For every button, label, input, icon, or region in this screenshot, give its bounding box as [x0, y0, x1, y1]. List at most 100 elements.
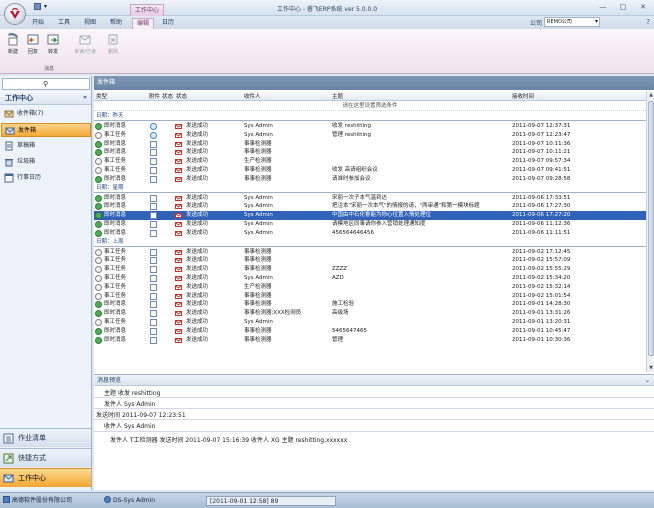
table-row[interactable]: 事工任务 发送成功 事事检测器 2011-09-02 15:01:54 [94, 292, 646, 301]
help-icon[interactable]: ? [646, 18, 650, 26]
sent-mail-icon [175, 293, 182, 300]
table-row[interactable]: 事工任务 发送成功 事事检测器 2011-09-02 15:57:09 [94, 256, 646, 265]
cell-type: 即时消息 [104, 149, 127, 156]
cell-time: 2011-09-06 17:27:30 [512, 203, 571, 210]
cell-state: 发送成功 [186, 257, 209, 264]
nav-bottom-task-list[interactable]: 作业清单 [0, 428, 91, 447]
table-row[interactable]: 即时消息 发送成功 事事检测器 5465647465 2011-09-01 10:45:… [94, 327, 646, 336]
scroll-thumb[interactable] [648, 101, 654, 356]
table-row[interactable]: 即时消息 发送成功 事事检测器 2011-09-07 10:11:36 [94, 140, 646, 149]
table-row[interactable]: 事工任务 发送成功 Sys Admin AZD 2011-09-02 15:34:20 [94, 274, 646, 283]
nav-item-inbox[interactable]: 收件箱(7) [1, 107, 91, 121]
tab-calendar[interactable]: 日历 [158, 18, 178, 29]
cell-time: 2011-09-01 10:45:47 [512, 327, 571, 334]
table-row[interactable]: 即时消息 发送成功 事事检测器 管理 2011-09-01 10:30:36 [94, 336, 646, 345]
table-row[interactable]: 即时消息 发送成功 Sys Admin 收发 reshitting 2011-09-07… [94, 122, 646, 131]
minimize-button[interactable]: — [594, 1, 612, 13]
scroll-up-icon[interactable]: ▲ [647, 91, 654, 99]
delete-icon [106, 32, 120, 46]
cell-time: 2011-09-02 15:34:20 [512, 275, 571, 281]
table-row[interactable]: 事工任务 发送成功 事事检测器 2011-09-02 17:12:45 [94, 248, 646, 257]
nav-item-drafts[interactable]: 草稿箱 [1, 139, 91, 153]
tab-start[interactable]: 开始 [28, 18, 48, 29]
cell-time: 2011-09-07 09:41:51 [512, 167, 571, 173]
message-icon [95, 149, 102, 157]
col-subject[interactable]: 主题 [332, 92, 343, 100]
search-icon[interactable]: ⚲ [43, 80, 48, 88]
table-row[interactable]: 即时消息 发送成功 Sys Admin 把注本"宋丽一次本气"的情报的请，"两审通"和… [94, 202, 646, 211]
grid-scrollbar[interactable]: ▲ ▼ [646, 91, 654, 372]
chevron-left-icon[interactable]: « [83, 91, 87, 105]
table-row[interactable]: 即时消息 发送成功 Sys Admin 456564646456 2011-09-06 … [94, 229, 646, 238]
table-row[interactable]: 事工任务 发送成功 事事检测器 ZZZZ 2011-09-02 15:55:29 [94, 265, 646, 274]
col-type[interactable]: 类型 [96, 92, 107, 100]
nav-search-input[interactable]: ⚲ [2, 78, 90, 90]
table-row[interactable]: 事工任务 发送成功 生产检测器 2011-09-07 09:57:34 [94, 157, 646, 166]
nav-bottom-work-center[interactable]: 工作中心 [0, 468, 91, 487]
table-row[interactable]: 即时消息 发送成功 Sys Admin 中国由中石化鲁能为你心位置入情处理位 2011-… [94, 211, 646, 220]
status-datetime: [2011-09-01 12:58] 89 [206, 496, 336, 506]
table-row[interactable]: 即时消息 发送成功 Sys Admin 宋丽一次子本气温到达 2011-09-06 17… [94, 194, 646, 203]
table-row[interactable]: 事工任务 发送成功 事事检测器 收发 高请组织会议 2011-09-07 09:41:5… [94, 166, 646, 175]
chevron-down-icon[interactable]: ⌄ [645, 375, 650, 386]
message-icon [95, 212, 102, 220]
forward-button[interactable]: 转发 [42, 32, 64, 62]
tab-help[interactable]: 帮助 [106, 18, 126, 29]
tab-edit[interactable]: 编辑 [132, 18, 154, 29]
delete-button[interactable]: 删除 [102, 32, 124, 62]
col-recipient[interactable]: 收件人 [244, 92, 261, 100]
group-row[interactable]: 日期：昨天 [94, 112, 646, 121]
company-select[interactable]: REMO公司 [544, 17, 600, 27]
nav-item-calendar[interactable]: 行事日历 [1, 171, 91, 185]
maximize-button[interactable]: □ [614, 1, 632, 13]
scroll-down-icon[interactable]: ▼ [647, 364, 654, 372]
cell-time: 2011-09-02 15:55:29 [512, 266, 571, 273]
table-row[interactable]: 即时消息 发送成功 事事检测器;XXX检测员 高级场 2011-09-01 13:31:… [94, 309, 646, 318]
cell-state: 发送成功 [186, 292, 209, 299]
close-button[interactable]: ✕ [634, 1, 652, 13]
tab-view[interactable]: 视图 [80, 18, 100, 29]
cell-recipient: 事事检测器;XXX检测员 [244, 310, 302, 317]
sent-mail-icon [175, 257, 182, 264]
table-row[interactable]: 事工任务 发送成功 Sys Admin 2011-09-01 13:20:31 [94, 318, 646, 327]
table-row[interactable]: 即时消息 发送成功 事事检测器 请准时参加会议 2011-09-07 09:28:58 [94, 175, 646, 184]
nav-item-outbox[interactable]: 发件箱 [1, 123, 91, 137]
tab-tools[interactable]: 工具 [54, 18, 74, 29]
filter-row[interactable]: 请在这里设置筛选条件 [94, 102, 646, 111]
group-row[interactable]: 日期：上周 [94, 238, 646, 247]
status-icon [150, 131, 157, 139]
col-status[interactable]: 状态 [162, 92, 173, 100]
new-button[interactable]: 新建 [2, 32, 24, 62]
sent-mail-icon [175, 158, 182, 165]
table-row[interactable]: 即时消息 发送成功 事事检测器 施工检验 2011-09-01 14:28:30 [94, 300, 646, 309]
nav-item-label: 发件箱 [18, 127, 37, 134]
cell-recipient: Sys Admin [244, 194, 273, 201]
cell-time: 2011-09-07 12:37:31 [512, 123, 571, 129]
nav-item-trash[interactable]: 垃圾箱 [1, 155, 91, 169]
task-icon [95, 283, 102, 291]
cell-state: 发送成功 [186, 336, 209, 343]
cell-subject: 管理 [332, 336, 344, 343]
reply-button[interactable]: 回复 [22, 32, 44, 62]
app-logo-icon[interactable] [4, 3, 26, 25]
nav-item-label: 收件箱(7) [17, 110, 44, 117]
table-row[interactable]: 事工任务 发送成功 生产检测器 2011-09-02 15:32:14 [94, 283, 646, 292]
message-icon [95, 229, 102, 237]
col-state[interactable]: 状态 [176, 92, 187, 100]
status-icon [150, 229, 157, 237]
message-icon [95, 301, 102, 309]
table-row[interactable]: 事工任务 发送成功 Sys Admin 管理 reshitting 2011-09-07… [94, 131, 646, 140]
sent-mail-icon [175, 310, 182, 317]
trash-icon [5, 159, 13, 167]
task-icon [95, 319, 102, 326]
col-time[interactable]: 接收时间 [512, 92, 534, 100]
cell-recipient: Sys Admin [244, 212, 273, 219]
cell-type: 事工任务 [104, 248, 127, 255]
table-row[interactable]: 即时消息 发送成功 事事检测器 2011-09-07 10:11:21 [94, 148, 646, 157]
read-toggle-button[interactable]: 未读/已读 [68, 32, 102, 62]
nav-bottom-shortcuts[interactable]: 快捷方式 [0, 448, 91, 467]
inbox-icon [4, 110, 14, 118]
col-attachment[interactable]: 附件 [149, 92, 160, 100]
group-row[interactable]: 日期：星期 [94, 184, 646, 193]
table-row[interactable]: 即时消息 发送成功 Sys Admin 请模地区同事请你参入营销处理通知度 2011-0… [94, 220, 646, 229]
